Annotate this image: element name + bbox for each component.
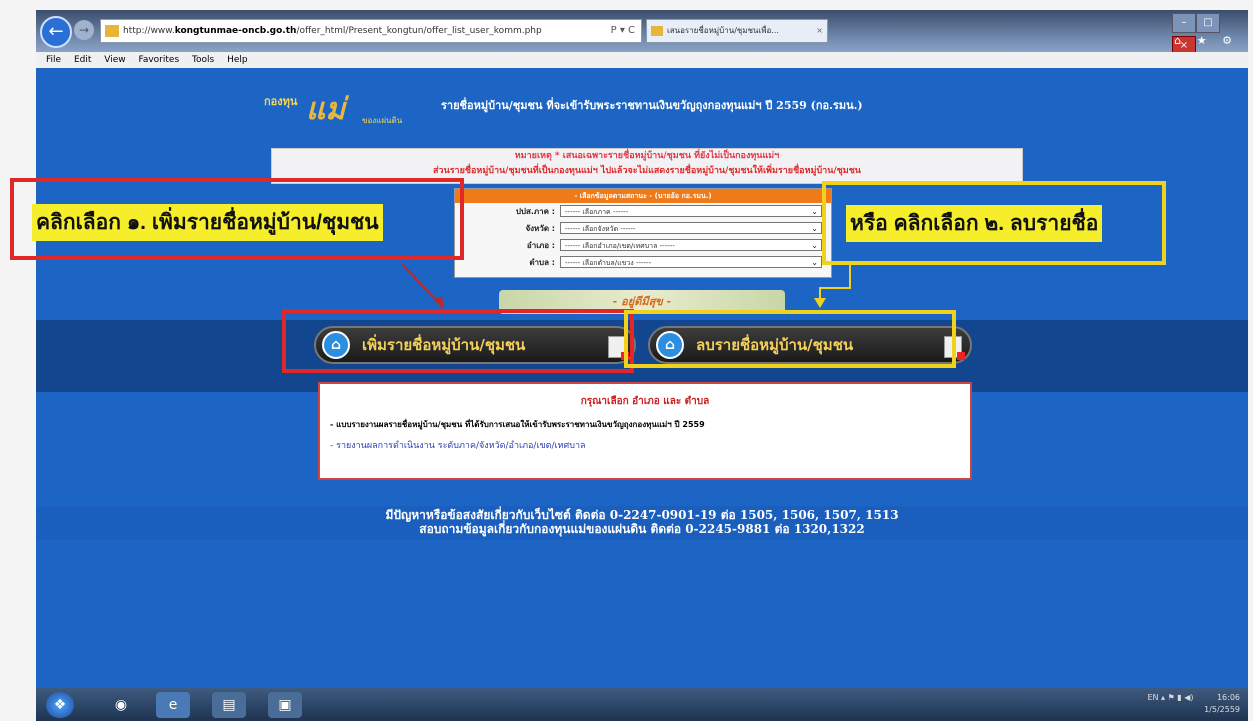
- arrow-line-red: [401, 263, 441, 305]
- internet-explorer-icon[interactable]: e: [156, 692, 190, 718]
- clock-date: 1/5/2559: [1204, 705, 1240, 714]
- annotation-arrows: [401, 263, 851, 310]
- clock-time: 16:06: [1216, 693, 1240, 702]
- arrow-head-yellow: [814, 298, 826, 308]
- system-tray[interactable]: EN ▴ ⚑ ▮ ◀) 16:06 1/5/2559: [1147, 692, 1240, 716]
- chrome-icon[interactable]: ◉: [104, 692, 138, 718]
- taskbar: ❖ ◉ e ▤ ▣ EN ▴ ⚑ ▮ ◀) 16:06 1/5/2559: [36, 688, 1248, 721]
- tray-language[interactable]: EN: [1147, 693, 1158, 702]
- app-icon[interactable]: ▣: [268, 692, 302, 718]
- start-button[interactable]: ❖: [46, 692, 74, 718]
- file-explorer-icon[interactable]: ▤: [212, 692, 246, 718]
